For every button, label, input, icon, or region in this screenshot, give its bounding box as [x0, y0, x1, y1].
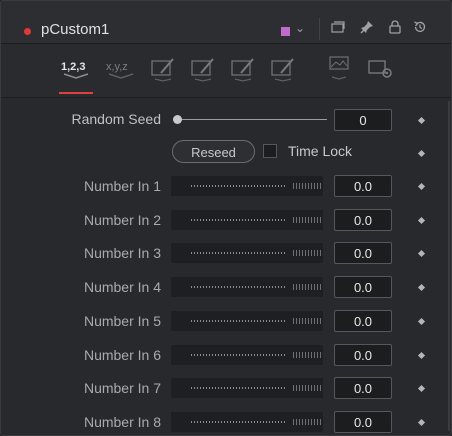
slider-ticks — [191, 421, 285, 423]
node-enable-dot[interactable] — [24, 28, 31, 35]
slider-thumb[interactable] — [293, 318, 323, 324]
slider-thumb[interactable] — [293, 183, 323, 189]
random-seed-keyframe-icon[interactable] — [417, 116, 426, 125]
image-tab-icon[interactable] — [325, 52, 353, 84]
slider-thumb[interactable] — [293, 352, 323, 358]
reseed-button[interactable]: Reseed — [172, 140, 255, 163]
slider-thumb[interactable] — [293, 250, 323, 256]
panel-header: pCustom1 ⌄ — [1, 1, 451, 44]
script-tab-icon-3[interactable] — [229, 52, 257, 84]
number-in-label: Number In 8 — [83, 414, 161, 430]
lock-icon[interactable] — [387, 19, 403, 35]
number-in-keyframe-icon[interactable] — [417, 283, 426, 292]
number-in-value[interactable]: 0.0 — [334, 411, 392, 433]
slider-ticks — [191, 286, 285, 288]
time-lock-label: Time Lock — [288, 143, 353, 159]
tab-base-icon — [63, 73, 89, 79]
number-in-slider[interactable] — [171, 277, 323, 297]
tab-bar: 1,2,3 x,y,z — [1, 44, 451, 98]
number-in-keyframe-icon[interactable] — [417, 384, 426, 393]
number-in-label: Number In 6 — [83, 347, 161, 363]
number-in-value[interactable]: 0.0 — [334, 276, 392, 298]
tab-numbers[interactable]: 1,2,3 — [58, 52, 94, 84]
node-color-swatch[interactable] — [281, 27, 290, 36]
number-in-slider[interactable] — [171, 378, 323, 398]
time-lock-keyframe-icon[interactable] — [417, 149, 426, 158]
number-in-slider[interactable] — [171, 243, 323, 263]
random-seed-value[interactable]: 0 — [334, 109, 392, 131]
number-in-keyframe-icon[interactable] — [417, 351, 426, 360]
number-in-value[interactable]: 0.0 — [334, 377, 392, 399]
slider-thumb[interactable] — [293, 284, 323, 290]
script-tab-icon-1[interactable] — [149, 52, 177, 84]
number-in-label: Number In 2 — [83, 212, 161, 228]
scrollbar[interactable] — [448, 101, 450, 431]
number-in-slider[interactable] — [171, 412, 323, 432]
tab-points[interactable]: x,y,z — [104, 52, 138, 84]
slider-ticks — [191, 354, 285, 356]
number-in-slider[interactable] — [171, 176, 323, 196]
number-in-value[interactable]: 0.0 — [334, 344, 392, 366]
random-seed-slider-track[interactable] — [173, 119, 327, 120]
header-divider — [319, 18, 320, 40]
slider-ticks — [191, 185, 285, 187]
slider-ticks — [191, 252, 285, 254]
number-in-label: Number In 7 — [83, 380, 161, 396]
version-icon[interactable] — [330, 19, 346, 35]
script-tab-icon-4[interactable] — [269, 52, 297, 84]
slider-ticks — [191, 320, 285, 322]
number-in-value[interactable]: 0.0 — [334, 310, 392, 332]
number-in-label: Number In 5 — [83, 313, 161, 329]
slider-thumb[interactable] — [293, 419, 323, 425]
random-seed-label: Random Seed — [71, 111, 161, 127]
number-in-label: Number In 4 — [83, 279, 161, 295]
number-in-slider[interactable] — [171, 311, 323, 331]
node-title: pCustom1 — [41, 21, 110, 38]
pin-icon[interactable] — [359, 19, 375, 35]
number-in-keyframe-icon[interactable] — [417, 182, 426, 191]
number-in-keyframe-icon[interactable] — [417, 418, 426, 427]
number-in-label: Number In 3 — [83, 245, 161, 261]
time-lock-checkbox[interactable] — [263, 144, 277, 158]
number-in-value[interactable]: 0.0 — [334, 209, 392, 231]
number-in-keyframe-icon[interactable] — [417, 216, 426, 225]
slider-thumb[interactable] — [293, 217, 323, 223]
number-in-keyframe-icon[interactable] — [417, 249, 426, 258]
reset-icon[interactable] — [412, 19, 428, 35]
number-in-label: Number In 1 — [83, 178, 161, 194]
number-in-keyframe-icon[interactable] — [417, 317, 426, 326]
settings-tab-icon[interactable] — [365, 52, 395, 84]
inspector-panel: pCustom1 ⌄ 1,2,3 x,y,z Random Seed 0 Res… — [0, 0, 452, 436]
tab-base-icon — [108, 73, 134, 79]
number-in-slider[interactable] — [171, 345, 323, 365]
random-seed-slider-handle[interactable] — [173, 115, 182, 124]
slider-thumb[interactable] — [293, 385, 323, 391]
chevron-down-icon[interactable]: ⌄ — [295, 21, 305, 35]
number-in-value[interactable]: 0.0 — [334, 175, 392, 197]
number-in-slider[interactable] — [171, 210, 323, 230]
slider-ticks — [191, 219, 285, 221]
slider-ticks — [191, 387, 285, 389]
script-tab-icon-2[interactable] — [189, 52, 217, 84]
number-in-value[interactable]: 0.0 — [334, 242, 392, 264]
active-tab-indicator — [59, 92, 93, 94]
